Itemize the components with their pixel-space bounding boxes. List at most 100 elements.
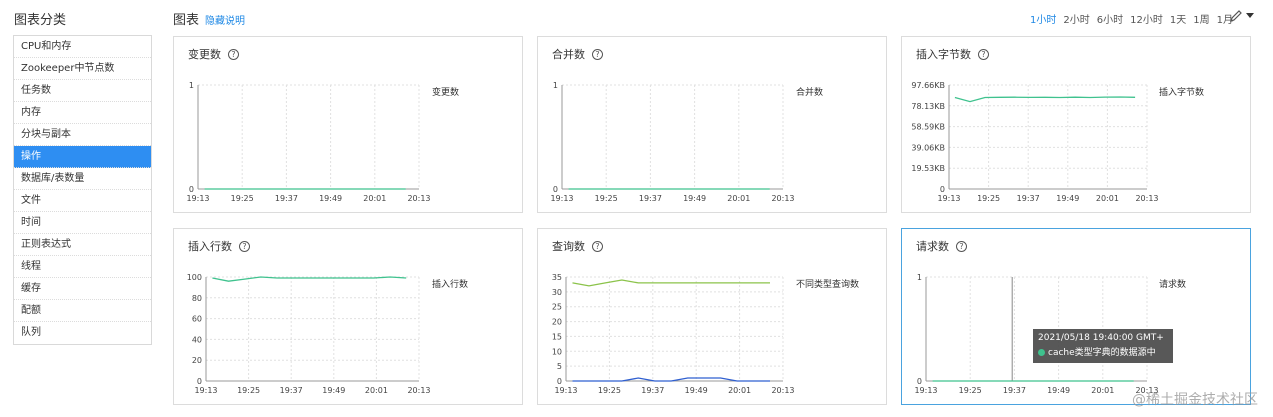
chart-card-inserted-bytes: 97.66KB 78.13KB 58.59KB 39.06KB 19.53KB 0 19:1… (901, 36, 1251, 213)
x-tick-label: 20:13 (407, 386, 430, 395)
sidebar-item-parts-replicas[interactable]: 分块与副本 (14, 124, 151, 146)
time-range-6h[interactable]: 6小时 (1097, 11, 1123, 26)
sidebar-item-threads[interactable]: 线程 (14, 256, 151, 278)
chart-legend: 不同类型查询数 (796, 280, 860, 290)
chart-card-queries: 35 30 25 20 15 10 5 0 19:13 19:25 19:37 19:49 20:01 2… (537, 228, 887, 405)
x-tick-label: 20:01 (1091, 386, 1114, 395)
y-tick-label: 60 (192, 315, 202, 324)
sidebar-item-files[interactable]: 文件 (14, 190, 151, 212)
sidebar-item-quota[interactable]: 配额 (14, 300, 151, 322)
x-tick-label: 19:25 (237, 386, 260, 395)
y-tick-label: 35 (552, 273, 562, 282)
sidebar-title: 图表分类 (14, 13, 67, 28)
line-chart: 35 30 25 20 15 10 5 019:13 19:25 19:37 19:49 20:01 2… (552, 273, 795, 395)
chart-title: 插入行数? (188, 238, 250, 254)
x-tick-label: 20:01 (365, 386, 388, 395)
sidebar-item-regex[interactable]: 正则表达式 (14, 234, 151, 256)
line-chart: 1019:13 19:25 19:37 19:49 20:01 20:13 (550, 81, 794, 203)
y-tick-label: 1 (189, 81, 194, 90)
y-tick-label: 0 (557, 377, 562, 386)
sidebar-item-queue[interactable]: 队列 (14, 322, 151, 344)
chart-tooltip: 2021/05/18 19:40:00 GMT+ cache类型字典的数据源中 (1033, 329, 1173, 363)
line-chart: 1019:13 19:25 19:37 19:49 20:01 20:13 (914, 273, 1158, 395)
y-tick-label: 20 (192, 356, 202, 365)
y-tick-label: 0 (197, 377, 202, 386)
x-tick-label: 19:49 (1056, 194, 1079, 203)
time-range-12h[interactable]: 12小时 (1130, 11, 1163, 26)
x-tick-label: 19:25 (595, 194, 618, 203)
sidebar-item-memory[interactable]: 内存 (14, 102, 151, 124)
x-tick-label: 19:25 (598, 386, 621, 395)
time-range-1h[interactable]: 1小时 (1030, 11, 1056, 26)
tooltip-time: 2021/05/18 19:40:00 GMT+ (1038, 333, 1164, 343)
y-tick-label: 78.13KB (911, 102, 945, 111)
chart-legend: 变更数 (432, 88, 460, 98)
help-icon[interactable]: ? (239, 240, 250, 252)
y-tick-label: 0 (189, 185, 194, 194)
watermark: @稀土掘金技术社区 (1132, 392, 1258, 408)
y-tick-label: 19.53KB (911, 164, 945, 173)
help-icon[interactable]: ? (978, 48, 989, 60)
series-line (572, 377, 770, 382)
x-tick-label: 19:49 (683, 194, 706, 203)
help-icon[interactable]: ? (228, 48, 239, 60)
x-tick-label: 19:49 (322, 386, 345, 395)
x-tick-label: 19:37 (641, 386, 664, 395)
x-tick-label: 19:37 (275, 194, 298, 203)
y-tick-label: 1 (553, 81, 558, 90)
x-tick-label: 19:25 (231, 194, 254, 203)
sidebar-item-db-tables[interactable]: 数据库/表数量 (14, 168, 151, 190)
sidebar-item-tasks[interactable]: 任务数 (14, 80, 151, 102)
help-icon[interactable]: ? (592, 48, 603, 60)
x-tick-label: 20:01 (727, 194, 750, 203)
sidebar-item-operations[interactable]: 操作 (14, 146, 151, 168)
y-tick-label: 20 (552, 318, 562, 327)
help-icon[interactable]: ? (956, 240, 967, 252)
series-line (954, 96, 1136, 103)
x-tick-label: 19:13 (937, 194, 960, 203)
x-tick-label: 20:13 (771, 386, 794, 395)
chart-legend: 请求数 (1159, 280, 1187, 290)
sidebar-item-zookeeper[interactable]: Zookeeper中节点数 (14, 58, 151, 80)
y-tick-label: 30 (552, 288, 562, 297)
chart-legend: 合并数 (796, 88, 824, 98)
hide-description-link[interactable]: 隐藏说明 (205, 12, 245, 27)
series-line (212, 276, 407, 282)
line-chart: 97.66KB 78.13KB 58.59KB 39.06KB 19.53KB 019:1… (911, 81, 1158, 203)
y-tick-label: 1 (917, 273, 922, 282)
chart-title: 合并数? (552, 46, 603, 62)
chart-title: 插入字节数? (916, 46, 989, 62)
x-tick-label: 19:49 (685, 386, 708, 395)
chart-card-mutations: 1 0 19:13 19:25 19:37 19:49 20:01 20:13 变更数? 变更… (173, 36, 523, 213)
x-tick-label: 19:49 (1047, 386, 1070, 395)
x-tick-label: 20:01 (363, 194, 386, 203)
y-tick-label: 0 (553, 185, 558, 194)
chart-title: 变更数? (188, 46, 239, 62)
pencil-icon[interactable] (1229, 9, 1243, 23)
x-tick-label: 19:49 (319, 194, 342, 203)
chart-category-list: CPU和内存 Zookeeper中节点数 任务数 内存 分块与副本 操作 数据库… (13, 35, 152, 345)
sidebar-item-cache[interactable]: 缓存 (14, 278, 151, 300)
x-tick-label: 19:13 (186, 194, 209, 203)
x-tick-label: 19:13 (914, 386, 937, 395)
x-tick-label: 20:01 (1096, 194, 1119, 203)
chart-title: 请求数? (916, 238, 967, 254)
x-tick-label: 19:25 (977, 194, 1000, 203)
time-range-1w[interactable]: 1周 (1193, 11, 1209, 26)
chart-card-requests: 1 0 19:13 19:25 19:37 19:49 20:01 20:13 请求数? 请求… (901, 228, 1251, 405)
time-range-1d[interactable]: 1天 (1170, 11, 1186, 26)
x-tick-label: 19:13 (554, 386, 577, 395)
chart-title: 查询数? (552, 238, 603, 254)
y-tick-label: 25 (552, 303, 562, 312)
chart-card-inserted-rows: 100 80 60 40 20 0 19:13 19:25 19:37 19:49 20:01 20:… (173, 228, 523, 405)
help-icon[interactable]: ? (592, 240, 603, 252)
chart-legend: 插入行数 (432, 280, 469, 290)
y-tick-label: 0 (940, 185, 945, 194)
x-tick-label: 20:13 (771, 194, 794, 203)
y-tick-label: 100 (187, 273, 202, 282)
y-tick-label: 39.06KB (911, 143, 945, 152)
caret-down-icon[interactable] (1246, 13, 1254, 18)
sidebar-item-cpu-memory[interactable]: CPU和内存 (14, 36, 151, 58)
sidebar-item-time[interactable]: 时间 (14, 212, 151, 234)
time-range-2h[interactable]: 2小时 (1063, 11, 1089, 26)
